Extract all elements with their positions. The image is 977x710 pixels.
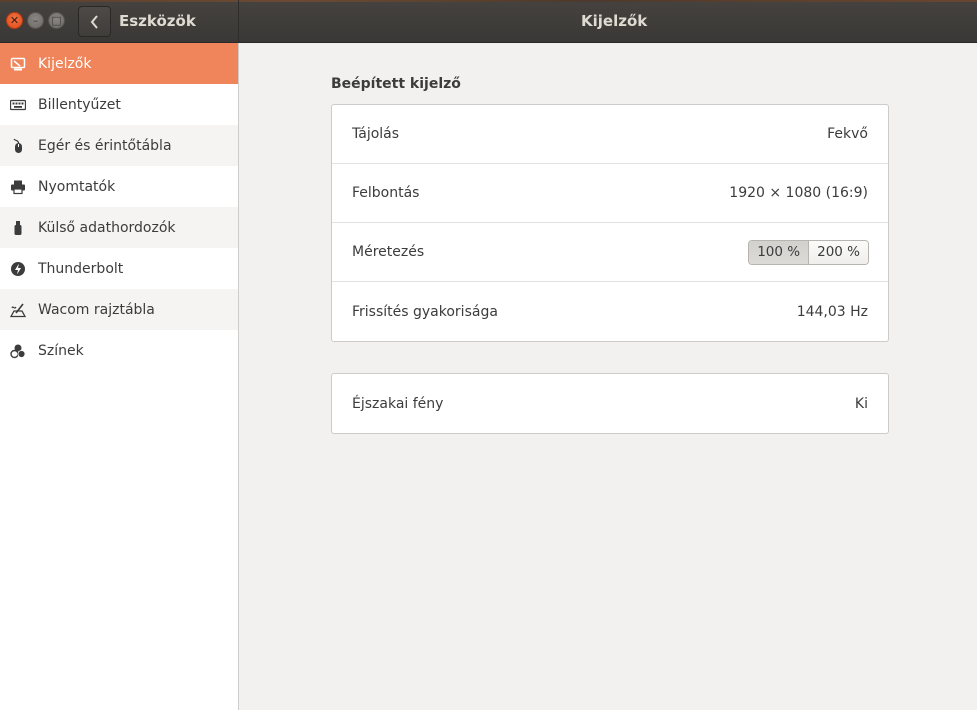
scaling-toggle: 100 % 200 %	[748, 239, 869, 265]
scaling-row: Méretezés 100 % 200 %	[332, 223, 888, 282]
sidebar-item-label: Billentyűzet	[38, 96, 121, 113]
minimize-icon[interactable]: –	[27, 12, 44, 29]
resolution-row[interactable]: Felbontás 1920 × 1080 (16:9)	[332, 164, 888, 223]
window-controls: ✕ – □	[6, 12, 65, 29]
resolution-label: Felbontás	[352, 185, 420, 201]
display-icon	[10, 56, 26, 72]
sidebar-item-label: Színek	[38, 342, 84, 359]
resolution-value: 1920 × 1080 (16:9)	[729, 185, 868, 201]
close-icon[interactable]: ✕	[6, 12, 23, 29]
scale-200-button[interactable]: 200 %	[808, 240, 868, 264]
thunderbolt-icon	[10, 261, 26, 277]
display-settings-card: Tájolás Fekvő Felbontás 1920 × 1080 (16:…	[331, 104, 889, 342]
mouse-icon	[10, 138, 26, 154]
headerbar: ✕ – □ Eszközök Kijelzők	[0, 0, 977, 43]
main-content: Beépített kijelző Tájolás Fekvő Felbontá…	[239, 43, 977, 710]
night-light-row[interactable]: Éjszakai fény Ki	[332, 374, 888, 433]
sidebar-item-label: Kijelzők	[38, 55, 92, 72]
night-light-label: Éjszakai fény	[352, 395, 444, 412]
sidebar-item-mouse[interactable]: Egér és érintőtábla	[0, 125, 238, 166]
sidebar-item-removable-media[interactable]: Külső adathordozók	[0, 207, 238, 248]
scaling-label: Méretezés	[352, 244, 425, 260]
refresh-rate-value: 144,03 Hz	[796, 303, 868, 320]
maximize-icon[interactable]: □	[48, 12, 65, 29]
tablet-icon	[10, 302, 26, 318]
page-title: Kijelzők	[581, 12, 648, 30]
orientation-label: Tájolás	[352, 126, 400, 142]
sidebar-item-thunderbolt[interactable]: Thunderbolt	[0, 248, 238, 289]
sidebar-item-label: Külső adathordozók	[38, 219, 176, 236]
keyboard-icon	[10, 97, 26, 113]
sidebar-item-colors[interactable]: Színek	[0, 330, 238, 371]
sidebar-item-label: Nyomtatók	[38, 178, 116, 195]
back-button[interactable]	[78, 6, 111, 37]
usb-drive-icon	[10, 220, 26, 236]
refresh-rate-label: Frissítés gyakorisága	[352, 303, 498, 320]
sidebar: Kijelzők Billentyűzet Egér és érintőtábl…	[0, 43, 239, 710]
colors-icon	[10, 343, 26, 359]
sidebar-item-label: Egér és érintőtábla	[38, 137, 172, 154]
desktop-strip	[0, 0, 977, 2]
scale-100-button[interactable]: 100 %	[749, 240, 809, 264]
sidebar-header-title: Eszközök	[119, 12, 196, 30]
orientation-row[interactable]: Tájolás Fekvő	[332, 105, 888, 164]
sidebar-item-keyboard[interactable]: Billentyűzet	[0, 84, 238, 125]
refresh-rate-row[interactable]: Frissítés gyakorisága 144,03 Hz	[332, 282, 888, 341]
night-light-value: Ki	[854, 395, 868, 412]
orientation-value: Fekvő	[827, 126, 868, 142]
sidebar-item-displays[interactable]: Kijelzők	[0, 43, 238, 84]
printer-icon	[10, 179, 26, 195]
sidebar-item-label: Thunderbolt	[38, 260, 124, 277]
section-title-builtin-display: Beépített kijelző	[331, 76, 461, 92]
chevron-left-icon	[90, 14, 98, 29]
night-light-card: Éjszakai fény Ki	[331, 373, 889, 434]
header-separator	[238, 0, 239, 43]
sidebar-item-printers[interactable]: Nyomtatók	[0, 166, 238, 207]
sidebar-item-wacom[interactable]: Wacom rajztábla	[0, 289, 238, 330]
sidebar-item-label: Wacom rajztábla	[38, 301, 155, 318]
